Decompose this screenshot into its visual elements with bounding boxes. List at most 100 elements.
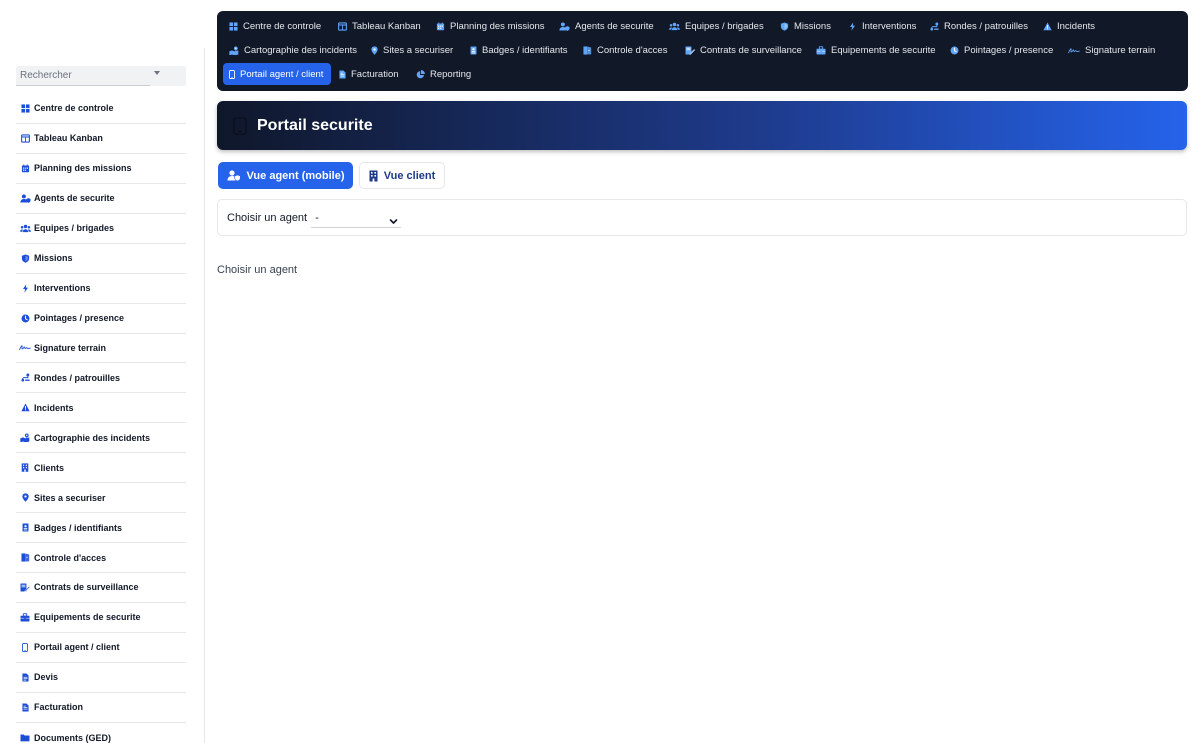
search-select[interactable]: Rechercher [16,66,150,86]
contract-icon [16,583,34,592]
sidebar-item-incidents[interactable]: Incidents [16,393,186,424]
topnav-item-sites-a-securiser[interactable]: Sites a securiser [365,39,459,61]
bolt-icon [848,21,857,31]
sidebar-item-label: Sites a securiser [34,492,106,503]
contract-icon [685,45,695,55]
sidebar-item-label: Facturation [34,702,84,713]
topnav-item-tableau-kanban[interactable]: Tableau Kanban [332,15,427,37]
dashboard-icon [16,104,34,113]
sidebar-item-facturation[interactable]: Facturation [16,693,186,723]
topnav-item-facturation[interactable]: Facturation [333,63,405,85]
chart-pie-icon [416,69,425,79]
topnav-item-equipements-de-securite[interactable]: Equipements de securite [810,39,942,61]
sidebar-item-label: Portail agent / client [34,642,120,653]
sidebar-search[interactable]: Rechercher [16,66,186,86]
kanban-icon [338,21,347,31]
topnav-item-label: Tableau Kanban [352,20,421,32]
sidebar-item-label: Missions [34,253,73,264]
sidebar-item-label: Equipements de securite [34,612,141,623]
sidebar-item-centre-de-controle[interactable]: Centre de controle [16,94,186,124]
topnav-item-signature-terrain[interactable]: Signature terrain [1062,39,1161,61]
sidebar-item-sites-a-securiser[interactable]: Sites a securiser [16,483,186,514]
sidebar-item-label: Badges / identifiants [34,522,123,533]
topnav-item-centre-de-controle[interactable]: Centre de controle [223,15,327,37]
sidebar-item-portail-agent-client[interactable]: Portail agent / client [16,633,186,663]
badge-icon [16,523,34,532]
shield-icon [780,21,789,31]
sidebar-item-documents-ged[interactable]: Documents (GED) [16,723,186,743]
sidebar-item-missions[interactable]: Missions [16,244,186,274]
topnav-item-label: Centre de controle [243,20,322,32]
sidebar-item-pointages-presence[interactable]: Pointages / presence [16,304,186,334]
agent-select[interactable]: - [311,208,402,228]
topnav-item-pointages-presence[interactable]: Pointages / presence [944,39,1059,61]
topnav-item-label: Incidents [1057,20,1096,32]
topnav-item-label: Rondes / patrouilles [944,20,1028,32]
page-header: Portail securite [217,101,1187,150]
topnav-item-label: Cartographie des incidents [244,44,358,56]
topnav-item-label: Controle d'acces [597,44,668,56]
sidebar-item-label: Signature terrain [34,342,107,353]
topnav-item-reporting[interactable]: Reporting [410,63,477,85]
topnav-item-label: Planning des missions [450,20,545,32]
sidebar-item-rondes-patrouilles[interactable]: Rondes / patrouilles [16,363,186,394]
topnav-item-contrats-de-surveillance[interactable]: Contrats de surveillance [679,39,808,61]
users-icon [669,22,680,31]
sidebar-item-controle-d-acces[interactable]: Controle d'acces [16,543,186,573]
sidebar-item-equipes-brigades[interactable]: Equipes / brigades [16,214,186,244]
topnav-item-rondes-patrouilles[interactable]: Rondes / patrouilles [924,15,1034,37]
sidebar-item-equipements-de-securite[interactable]: Equipements de securite [16,603,186,633]
sidebar-item-label: Agents de securite [34,193,115,204]
sidebar-item-label: Rondes / patrouilles [34,372,121,383]
sidebar-item-interventions[interactable]: Interventions [16,274,186,304]
warning-icon [16,403,34,412]
topnav-item-equipes-brigades[interactable]: Equipes / brigades [663,15,770,37]
client-view-button[interactable]: Vue client [359,162,445,189]
client-view-label: Vue client [383,169,436,182]
sidebar-item-badges-identifiants[interactable]: Badges / identifiants [16,513,186,544]
topnav-item-missions[interactable]: Missions [774,15,837,37]
mobile-icon [16,642,34,652]
sidebar-menu: Centre de controle Tableau Kanban Planning… [16,94,186,743]
mobile-icon [233,116,247,135]
topnav-item-controle-d-acces[interactable]: Controle d'acces [577,39,673,61]
sidebar-item-contrats-de-surveillance[interactable]: Contrats de surveillance [16,573,186,603]
topnav-item-incidents[interactable]: Incidents [1037,15,1101,37]
door-icon [16,553,34,562]
calendar-icon [436,21,445,31]
top-navigation: Centre de controle Tableau Kanban Planning… [217,11,1188,91]
agent-chooser-card: Choisir un agent - [217,199,1187,236]
agent-chooser-label: Choisir un agent [227,211,308,224]
agent-view-button[interactable]: Vue agent (mobile) [218,162,353,189]
caret-down-icon [154,71,160,75]
sidebar-item-label: Equipes / brigades [34,223,115,234]
sidebar-item-planning-des-missions[interactable]: Planning des missions [16,154,186,184]
shield-icon [16,254,34,263]
sidebar-item-clients[interactable]: Clients [16,453,186,484]
sidebar-item-label: Clients [34,462,65,473]
sidebar-item-agents-de-securite[interactable]: Agents de securite [16,184,186,214]
topnav-item-badges-identifiants[interactable]: Badges / identifiants [464,39,574,61]
sidebar-item-devis[interactable]: Devis [16,663,186,693]
topnav-item-label: Badges / identifiants [482,44,568,56]
topnav-item-cartographie-des-incidents[interactable]: Cartographie des incidents [223,39,363,61]
topnav-item-portail-agent-client[interactable]: Portail agent / client [223,63,332,85]
topnav-item-agents-de-securite[interactable]: Agents de securite [553,15,660,37]
topnav-item-label: Reporting [430,68,472,80]
topnav-item-interventions[interactable]: Interventions [842,15,922,37]
sidebar-item-label: Documents (GED) [34,732,112,743]
topnav-item-planning-des-missions[interactable]: Planning des missions [430,15,551,37]
badge-icon [470,45,477,55]
clock-icon [950,46,959,55]
bolt-icon [16,283,34,293]
sidebar-item-signature-terrain[interactable]: Signature terrain [16,334,186,364]
calendar-icon [16,164,34,173]
topnav-item-label: Missions [794,20,831,32]
topnav-item-label: Signature terrain [1085,44,1156,56]
sidebar-divider [204,48,205,743]
building-icon [369,170,378,182]
sidebar-item-tableau-kanban[interactable]: Tableau Kanban [16,124,186,154]
mobile-icon [229,69,235,79]
sidebar-item-cartographie-des-incidents[interactable]: Cartographie des incidents [16,423,186,454]
map-icon [16,433,34,443]
